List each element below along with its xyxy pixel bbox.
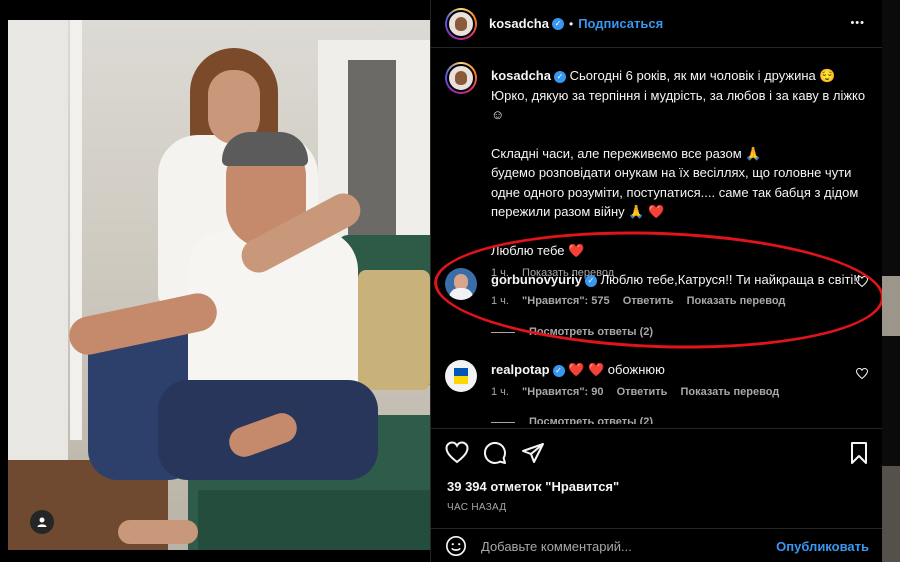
post-time-ago: ЧАС НАЗАД bbox=[447, 502, 507, 513]
share-paper-plane-icon[interactable] bbox=[521, 441, 545, 465]
comment-text: Люблю тебе,Катруся!! Ти найкраща в світі… bbox=[600, 272, 861, 287]
avatar-face-icon bbox=[455, 17, 467, 31]
comment-text: ❤️ ❤️ обожнюю bbox=[568, 362, 665, 377]
comment-bubble-icon[interactable] bbox=[483, 441, 507, 465]
commenter-avatar[interactable] bbox=[445, 268, 477, 300]
author-username[interactable]: kosadcha bbox=[489, 16, 549, 31]
verified-badge-icon: ✓ bbox=[551, 17, 564, 30]
caption-line-4: будемо розповідати онукам на їх весіллях… bbox=[491, 165, 862, 219]
caption-first-line: kosadcha ✓ Сьогодні 6 років, як ми чолові… bbox=[491, 66, 869, 86]
comment-body: realpotap ✓ ❤️ ❤️ обожнюю bbox=[491, 362, 861, 378]
comment-translate-link[interactable]: Показать перевод bbox=[680, 386, 779, 398]
background-page-thumbnail bbox=[882, 466, 900, 562]
comment-body: gorbunovyuriy ✓ Люблю тебе,Катруся!! Ти н… bbox=[491, 272, 861, 287]
comment-like-heart-icon[interactable] bbox=[855, 275, 869, 290]
photo-sofa-front bbox=[198, 490, 430, 550]
post-actions-section: 39 394 отметок "Нравится" ЧАС НАЗАД Опуб… bbox=[431, 428, 883, 562]
commenter-avatar[interactable] bbox=[445, 360, 477, 392]
avatar-face-icon bbox=[455, 71, 467, 85]
commenter-username[interactable]: realpotap bbox=[491, 362, 550, 377]
tagged-users-icon[interactable] bbox=[30, 510, 54, 534]
post-side-panel: kosadcha ✓ • Подписаться ••• kosadcha ✓ Сьог… bbox=[430, 0, 883, 562]
likes-count[interactable]: 39 394 отметок "Нравится" bbox=[447, 479, 619, 494]
person-icon bbox=[37, 517, 47, 527]
follow-button[interactable]: Подписаться bbox=[578, 16, 663, 31]
photo-feet bbox=[118, 520, 198, 544]
view-replies-toggle[interactable]: Посмотреть ответы (2) bbox=[491, 326, 653, 338]
comment-like-heart-icon[interactable] bbox=[855, 367, 869, 382]
photo-man-hair bbox=[222, 132, 308, 166]
comment-meta: 1 ч. "Нравится": 90 Ответить Показать пе… bbox=[491, 386, 789, 398]
view-replies-label[interactable]: Посмотреть ответы (2) bbox=[529, 326, 653, 338]
photo-pillow bbox=[358, 270, 430, 390]
header-separator: • bbox=[568, 17, 574, 31]
comment-likes[interactable]: "Нравится": 90 bbox=[522, 386, 603, 398]
comment-reply-button[interactable]: Ответить bbox=[617, 386, 668, 398]
caption-username[interactable]: kosadcha bbox=[491, 68, 551, 83]
view-replies-toggle-clipped[interactable]: Посмотреть ответы (2) bbox=[491, 412, 653, 424]
comment-meta: 1 ч. "Нравится": 575 Ответить Показать п… bbox=[491, 295, 795, 307]
caption-author-avatar[interactable] bbox=[445, 62, 477, 94]
verified-badge-icon: ✓ bbox=[552, 364, 565, 377]
add-comment-bar: Опубликовать bbox=[431, 528, 883, 562]
comment-input[interactable] bbox=[481, 538, 771, 554]
caption-line-5: Люблю тебе ❤️ bbox=[491, 242, 585, 258]
comment-translate-link[interactable]: Показать перевод bbox=[687, 295, 786, 307]
background-page-thumbnail bbox=[882, 276, 900, 336]
author-avatar[interactable] bbox=[445, 8, 477, 40]
emoji-smiley-icon[interactable] bbox=[445, 535, 467, 562]
view-replies-label[interactable]: Посмотреть ответы (2) bbox=[529, 416, 653, 424]
photo-doorframe bbox=[70, 20, 82, 440]
commenter-username[interactable]: gorbunovyuriy bbox=[491, 272, 582, 287]
comment-likes[interactable]: "Нравится": 575 bbox=[522, 295, 610, 307]
post-caption: kosadcha ✓ Сьогодні 6 років, як ми чолові… bbox=[491, 66, 869, 284]
caption-line-1: Сьогодні 6 років, як ми чоловік і дружин… bbox=[569, 68, 836, 83]
publish-button[interactable]: Опубликовать bbox=[776, 539, 869, 554]
post-photo[interactable] bbox=[8, 20, 430, 550]
more-options-icon[interactable]: ••• bbox=[850, 17, 865, 29]
comment-time: 1 ч. bbox=[491, 295, 509, 307]
verified-badge-icon: ✓ bbox=[585, 274, 598, 287]
comment-reply-button[interactable]: Ответить bbox=[623, 295, 674, 307]
verified-badge-icon: ✓ bbox=[553, 70, 566, 83]
comment-time: 1 ч. bbox=[491, 386, 509, 398]
like-heart-icon[interactable] bbox=[445, 441, 469, 465]
save-bookmark-icon[interactable] bbox=[847, 441, 871, 465]
caption-line-2: Юрко, дякую за терпіння і мудрість, за л… bbox=[491, 87, 869, 123]
caption-line-3: Складні часи, але переживемо все разом 🙏 bbox=[491, 145, 762, 161]
post-header: kosadcha ✓ • Подписаться ••• bbox=[431, 0, 883, 48]
